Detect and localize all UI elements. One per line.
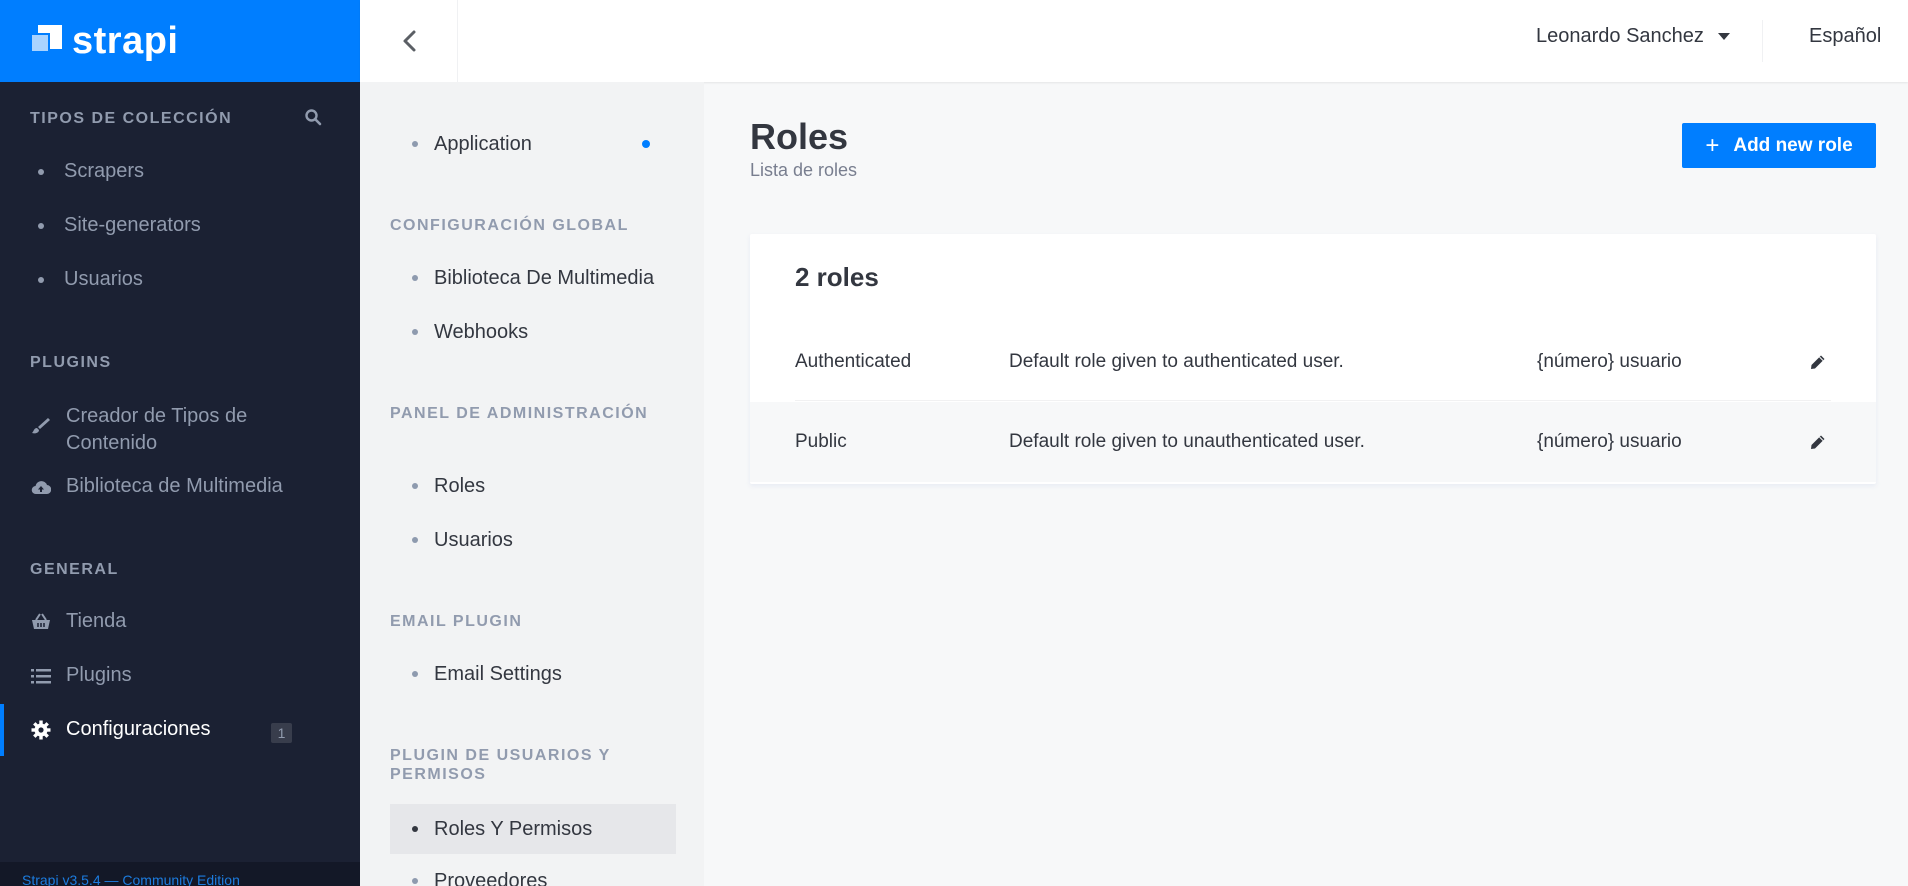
caret-down-icon [1717,33,1730,40]
nav-item-label: Biblioteca de Multimedia [66,475,283,497]
subnav-section-title: EMAIL PLUGIN [390,613,523,630]
label-line-2: Contenido [66,432,158,454]
subnav-item-proveedores[interactable]: Proveedores [390,856,676,886]
bullet-icon [38,222,44,229]
nav-item-site-generators[interactable]: Site-generators [30,214,201,237]
label-line-1: Creador de Tipos de [66,405,248,427]
collapse-button[interactable] [360,0,458,82]
subnav-item-usuarios[interactable]: Usuarios [390,515,676,565]
page-subtitle: Lista de roles [750,160,858,180]
bullet-icon [412,671,418,677]
subnav-section-title: PANEL DE ADMINISTRACIÓN [390,405,649,422]
subnav-item-label: Roles [434,474,486,497]
nav-item-label: Site-generators [64,214,201,236]
active-indicator [0,704,4,756]
role-description: Default role given to unauthenticated us… [1009,431,1365,452]
role-name: Authenticated [795,351,912,372]
paintbrush-icon [30,415,52,437]
nav-item-media-library[interactable]: Biblioteca de Multimedia [30,475,283,498]
nav-item-label: Tienda [66,610,127,632]
header-divider [1762,20,1763,62]
pencil-icon[interactable] [1808,432,1828,452]
gear-icon [30,719,52,741]
bullet-icon [38,168,44,175]
subnav-item-roles-permisos[interactable]: Roles Y Permisos [390,804,676,854]
search-icon[interactable] [304,108,322,126]
subnav-item-media-library[interactable]: Biblioteca De Multimedia [390,253,676,303]
subnav-item-roles[interactable]: Roles [390,461,676,511]
main-content: Roles Lista de roles + Add new role 2 ro… [704,82,1908,886]
user-name: Leonardo Sanchez [1536,25,1704,47]
nav-item-label: Usuarios [64,268,143,290]
add-new-role-button[interactable]: + Add new role [1682,123,1876,168]
bullet-icon [412,141,418,147]
subnav-item-application[interactable]: Application [390,119,676,169]
nav-item-label: Creador de Tipos de Contenido [66,403,247,457]
button-label: Add new role [1733,134,1853,156]
subnav-item-email-settings[interactable]: Email Settings [390,649,676,699]
chevron-left-icon [403,30,415,52]
nav-item-label: Scrapers [64,160,145,182]
bullet-icon [412,878,418,884]
bullet-icon [38,276,44,283]
nav-item-usuarios[interactable]: Usuarios [30,268,143,291]
nav-item-label: Plugins [66,664,132,686]
top-header: Leonardo Sanchez Español [360,0,1908,82]
subnav-item-label: Roles Y Permisos [434,817,593,840]
notification-dot-icon [642,140,650,148]
row-divider [795,400,1831,401]
notification-badge: 1 [271,723,292,743]
plus-icon: + [1705,131,1720,159]
role-description: Default role given to authenticated user… [1009,351,1344,372]
brand-name: strapi [72,19,179,62]
role-name: Public [795,431,847,452]
subnav-item-label: Email Settings [434,662,562,685]
settings-subnav: Application CONFIGURACIÓN GLOBAL Bibliot… [360,82,704,886]
list-icon [30,665,52,687]
role-user-count: {número} usuario [1537,431,1682,452]
pencil-icon[interactable] [1808,352,1828,372]
strapi-logo-icon [30,25,62,57]
cloud-upload-icon [30,476,52,498]
subnav-item-label: Webhooks [434,320,529,343]
bullet-icon [412,826,418,832]
subnav-item-label: Proveedores [434,869,548,886]
table-row[interactable]: Public Default role given to unauthentic… [750,402,1876,482]
subnav-section-title: CONFIGURACIÓN GLOBAL [390,217,629,234]
subnav-item-label: Application [434,132,532,155]
nav-item-plugins[interactable]: Plugins [30,664,132,687]
nav-item-label: Configuraciones [66,718,211,740]
nav-item-tienda[interactable]: Tienda [30,610,126,633]
main-sidebar: strapi TIPOS DE COLECCIÓN Scrapers Site-… [0,0,360,886]
subnav-item-webhooks[interactable]: Webhooks [390,307,676,357]
page-title: Roles [750,116,849,157]
bullet-icon [412,329,418,335]
roles-list-card: 2 roles Authenticated Default role given… [750,234,1876,484]
subnav-item-label: Usuarios [434,528,513,551]
bullet-icon [412,275,418,281]
bullet-icon [412,537,418,543]
bullet-icon [412,483,418,489]
version-footer[interactable]: Strapi v3.5.4 — Community Edition [0,862,360,886]
nav-item-configuraciones[interactable]: Configuraciones [30,718,211,741]
nav-item-content-type-builder[interactable]: Creador de Tipos de Contenido [30,403,247,457]
basket-icon [30,611,52,633]
roles-count: 2 roles [795,262,879,292]
general-title: GENERAL [30,561,119,578]
subnav-item-label: Biblioteca De Multimedia [434,266,655,289]
brand-logo[interactable]: strapi [0,0,360,82]
nav-item-scrapers[interactable]: Scrapers [30,160,144,183]
table-row[interactable]: Authenticated Default role given to auth… [750,322,1876,402]
language-selector[interactable]: Español [1809,25,1881,48]
plugins-title: PLUGINS [30,354,112,371]
collection-types-title: TIPOS DE COLECCIÓN [30,110,233,127]
user-menu[interactable]: Leonardo Sanchez [1536,25,1730,48]
subnav-section-title: PLUGIN DE USUARIOS Y PERMISOS [390,747,611,783]
role-user-count: {número} usuario [1537,351,1682,372]
